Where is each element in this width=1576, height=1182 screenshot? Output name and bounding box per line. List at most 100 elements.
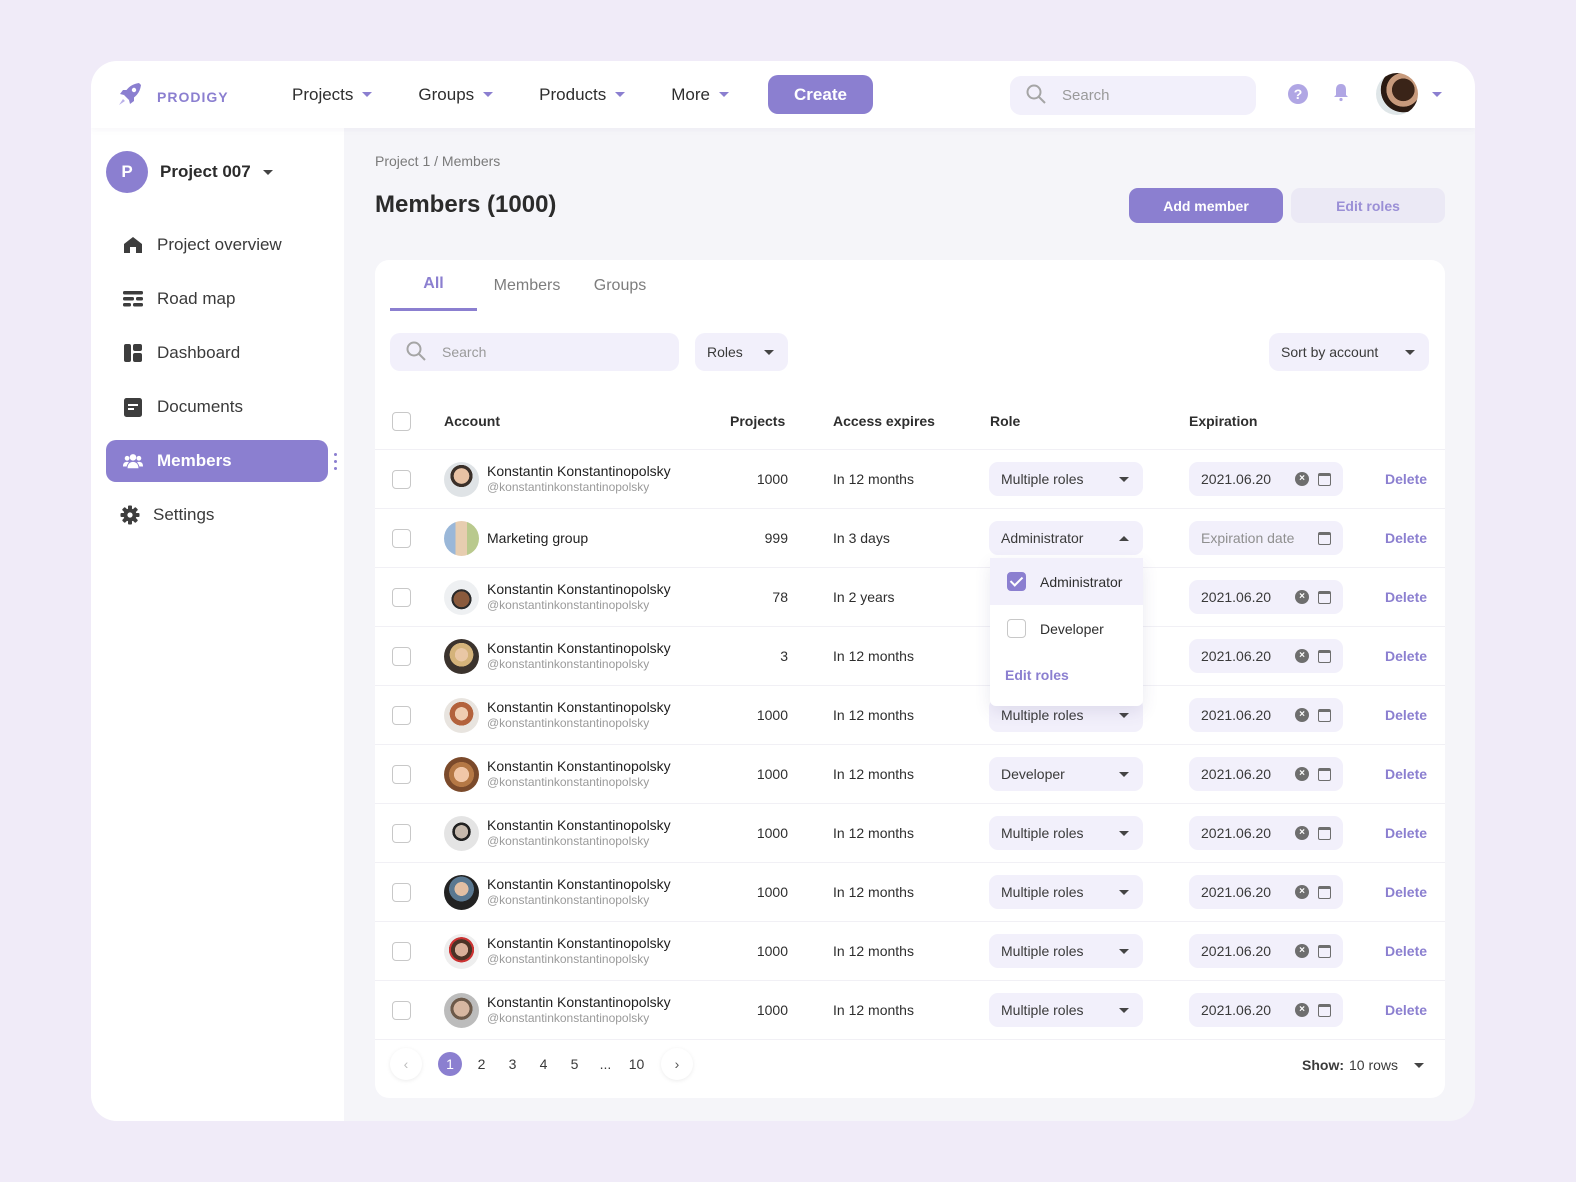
account-cell[interactable]: Konstantin Konstantinopolsky @konstantin… [444,922,671,980]
clear-icon[interactable]: × [1295,649,1309,663]
prev-page-icon[interactable]: ‹ [390,1048,422,1080]
logo[interactable]: PRODIGY [117,81,229,112]
account-cell[interactable]: Konstantin Konstantinopolsky @konstantin… [444,863,671,921]
calendar-icon[interactable] [1318,708,1331,722]
next-page-icon[interactable]: › [661,1048,693,1080]
clear-icon[interactable]: × [1295,944,1309,958]
page-5[interactable]: 5 [559,1052,590,1076]
clear-icon[interactable]: × [1295,767,1309,781]
calendar-icon[interactable] [1318,944,1331,958]
header-account[interactable]: Account [444,392,500,450]
sidebar-item-settings[interactable]: Settings [106,494,328,536]
role-option-developer[interactable]: Developer [990,605,1143,652]
row-checkbox[interactable] [392,646,411,666]
role-option-checkbox[interactable] [1007,619,1026,638]
row-checkbox[interactable] [392,1000,411,1020]
row-checkbox[interactable] [392,882,411,902]
members-search-input[interactable]: Search [390,333,679,371]
clear-icon[interactable]: × [1295,826,1309,840]
expiration-date-input[interactable]: 2021.06.20 × [1189,639,1343,673]
tab-members[interactable]: Members [477,260,577,311]
account-cell[interactable]: Konstantin Konstantinopolsky @konstantin… [444,568,671,626]
expiration-date-input[interactable]: 2021.06.20 × [1189,934,1343,968]
user-avatar[interactable] [1376,73,1418,115]
help-icon[interactable]: ? [1288,84,1308,104]
delete-button[interactable]: Delete [1385,648,1427,664]
sidebar-item-project-overview[interactable]: Project overview [106,224,328,266]
role-select[interactable]: Multiple roles [989,934,1143,968]
calendar-icon[interactable] [1318,885,1331,899]
calendar-icon[interactable] [1318,590,1331,604]
header-role[interactable]: Role [990,392,1020,450]
calendar-icon[interactable] [1318,531,1331,545]
project-switcher[interactable]: P Project 007 [106,151,273,193]
delete-button[interactable]: Delete [1385,707,1427,723]
account-cell[interactable]: Konstantin Konstantinopolsky @konstantin… [444,745,671,803]
edit-roles-button[interactable]: Edit roles [1291,188,1445,223]
role-select[interactable]: Multiple roles [989,816,1143,850]
rows-per-page-select[interactable]: Show: 10 rows [1302,1057,1425,1073]
expiration-date-input[interactable]: 2021.06.20 × [1189,875,1343,909]
tab-all[interactable]: All [390,260,477,311]
row-checkbox[interactable] [392,941,411,961]
sidebar-item-road-map[interactable]: Road map [106,278,328,320]
delete-button[interactable]: Delete [1385,943,1427,959]
delete-button[interactable]: Delete [1385,766,1427,782]
row-checkbox[interactable] [392,705,411,725]
roles-filter-select[interactable]: Roles [695,333,788,371]
page-2[interactable]: 2 [466,1052,497,1076]
header-access-expires[interactable]: Access expires [833,392,935,450]
expiration-date-input[interactable]: 2021.06.20 × [1189,580,1343,614]
row-checkbox[interactable] [392,764,411,784]
bell-icon[interactable] [1332,82,1350,107]
sort-select[interactable]: Sort by account [1269,333,1429,371]
expiration-date-input[interactable]: 2021.06.20 × [1189,993,1343,1027]
page-1[interactable]: 1 [438,1052,462,1076]
header-expiration[interactable]: Expiration [1189,392,1257,450]
nav-more[interactable]: More [671,85,729,105]
role-select[interactable]: Multiple roles [989,993,1143,1027]
expiration-date-input[interactable]: 2021.06.20 × [1189,816,1343,850]
row-checkbox[interactable] [392,823,411,843]
nav-products[interactable]: Products [539,85,626,105]
delete-button[interactable]: Delete [1385,589,1427,605]
delete-button[interactable]: Delete [1385,825,1427,841]
account-cell[interactable]: Marketing group [444,509,588,567]
nav-groups[interactable]: Groups [418,85,494,105]
role-select[interactable]: Administrator [989,521,1143,555]
delete-button[interactable]: Delete [1385,530,1427,546]
chevron-down-icon[interactable] [1432,91,1442,97]
clear-icon[interactable]: × [1295,472,1309,486]
account-cell[interactable]: Konstantin Konstantinopolsky @konstantin… [444,686,671,744]
page-3[interactable]: 3 [497,1052,528,1076]
role-select[interactable]: Developer [989,757,1143,791]
add-member-button[interactable]: Add member [1129,188,1283,223]
select-all-checkbox[interactable] [392,411,411,431]
page-10[interactable]: 10 [621,1052,652,1076]
clear-icon[interactable]: × [1295,1003,1309,1017]
expiration-date-input[interactable]: Expiration date [1189,521,1343,555]
expiration-date-input[interactable]: 2021.06.20 × [1189,757,1343,791]
row-checkbox[interactable] [392,528,411,548]
role-option-checkbox[interactable] [1007,572,1026,591]
calendar-icon[interactable] [1318,767,1331,781]
delete-button[interactable]: Delete [1385,1002,1427,1018]
header-projects[interactable]: Projects [730,392,785,450]
row-checkbox[interactable] [392,587,411,607]
nav-projects[interactable]: Projects [292,85,373,105]
sidebar-item-dashboard[interactable]: Dashboard [106,332,328,374]
delete-button[interactable]: Delete [1385,884,1427,900]
account-cell[interactable]: Konstantin Konstantinopolsky @konstantin… [444,981,671,1039]
row-checkbox[interactable] [392,469,411,489]
calendar-icon[interactable] [1318,472,1331,486]
sidebar-item-members[interactable]: Members [106,440,328,482]
clear-icon[interactable]: × [1295,885,1309,899]
global-search-input[interactable]: Search [1010,76,1256,115]
create-button[interactable]: Create [768,75,873,114]
sidebar-item-documents[interactable]: Documents [106,386,328,428]
role-select[interactable]: Multiple roles [989,462,1143,496]
clear-icon[interactable]: × [1295,590,1309,604]
tab-groups[interactable]: Groups [577,260,663,311]
role-option-administrator[interactable]: Administrator [990,558,1143,605]
calendar-icon[interactable] [1318,649,1331,663]
